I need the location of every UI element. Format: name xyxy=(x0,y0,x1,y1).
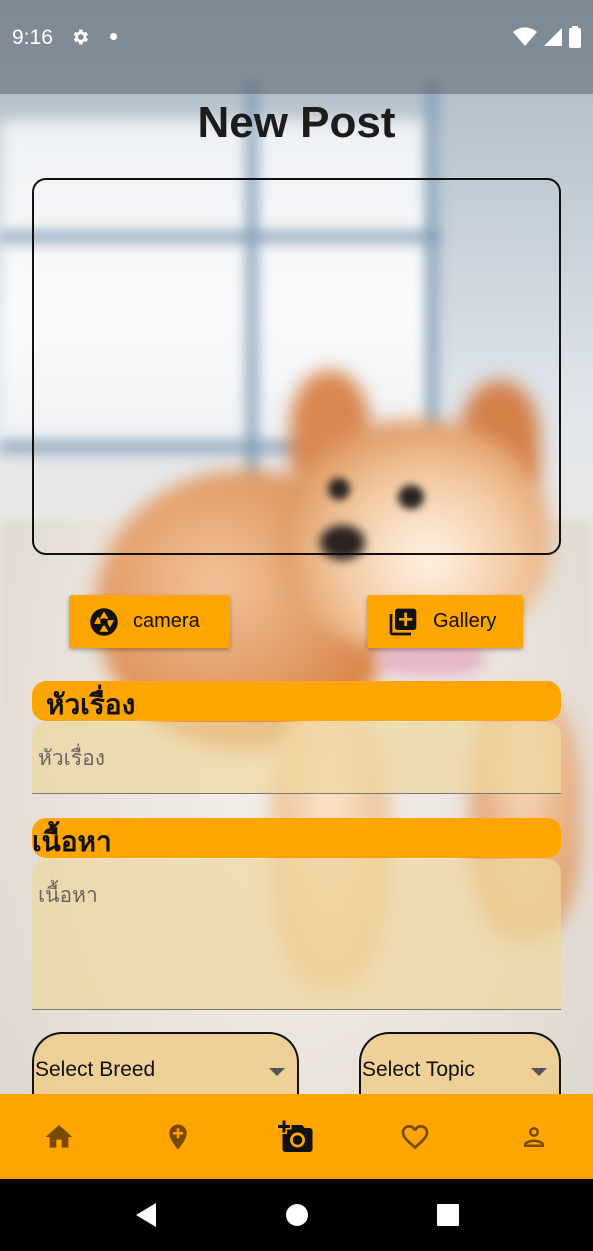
nav-new-post[interactable] xyxy=(266,1107,326,1167)
content-label: เนื้อหา xyxy=(32,825,112,858)
add-photo-icon xyxy=(278,1120,313,1152)
home-circle-icon[interactable] xyxy=(285,1203,309,1227)
back-icon[interactable] xyxy=(134,1202,158,1228)
status-bar: 9:16 xyxy=(0,0,593,94)
gallery-button[interactable]: Gallery xyxy=(367,595,523,648)
breed-select-value: Select Breed xyxy=(35,1058,156,1081)
nav-favorites[interactable] xyxy=(385,1107,445,1167)
signal-icon xyxy=(544,28,562,46)
notification-dot-icon xyxy=(110,33,117,40)
title-input[interactable] xyxy=(32,722,561,794)
status-time: 9:16 xyxy=(12,26,53,49)
settings-icon xyxy=(73,29,88,45)
profile-icon xyxy=(523,1126,544,1147)
wifi-icon xyxy=(513,27,537,46)
page-title: New Post xyxy=(197,98,396,147)
system-icons xyxy=(513,26,581,48)
dropdown-arrow-icon xyxy=(531,1068,547,1076)
topic-select[interactable]: Select Topic xyxy=(359,1032,561,1094)
camera-button[interactable]: camera xyxy=(69,595,230,648)
content-textarea[interactable] xyxy=(32,859,561,1010)
topic-select-value: Select Topic xyxy=(362,1058,475,1081)
favorite-icon xyxy=(401,1124,429,1150)
camera-button-label: camera xyxy=(133,610,200,632)
add-location-icon xyxy=(169,1124,187,1149)
add-to-photos-icon xyxy=(389,608,417,635)
breed-select[interactable]: Select Breed xyxy=(32,1032,299,1094)
nav-location[interactable] xyxy=(148,1107,208,1167)
home-icon xyxy=(45,1124,73,1148)
gallery-button-label: Gallery xyxy=(433,610,497,632)
battery-icon xyxy=(569,26,581,48)
bottom-nav xyxy=(0,1094,593,1179)
camera-shutter-icon xyxy=(90,607,118,636)
nav-home[interactable] xyxy=(29,1107,89,1167)
system-nav-bar xyxy=(0,1179,593,1251)
title-label: หัวเรื่อง xyxy=(46,688,136,721)
image-preview-area[interactable] xyxy=(32,178,561,555)
dropdown-arrow-icon xyxy=(269,1068,285,1076)
title-label-bar: หัวเรื่อง xyxy=(32,681,561,721)
content-label-bar: เนื้อหา xyxy=(32,818,561,858)
nav-profile[interactable] xyxy=(504,1107,564,1167)
recents-icon[interactable] xyxy=(437,1204,460,1226)
